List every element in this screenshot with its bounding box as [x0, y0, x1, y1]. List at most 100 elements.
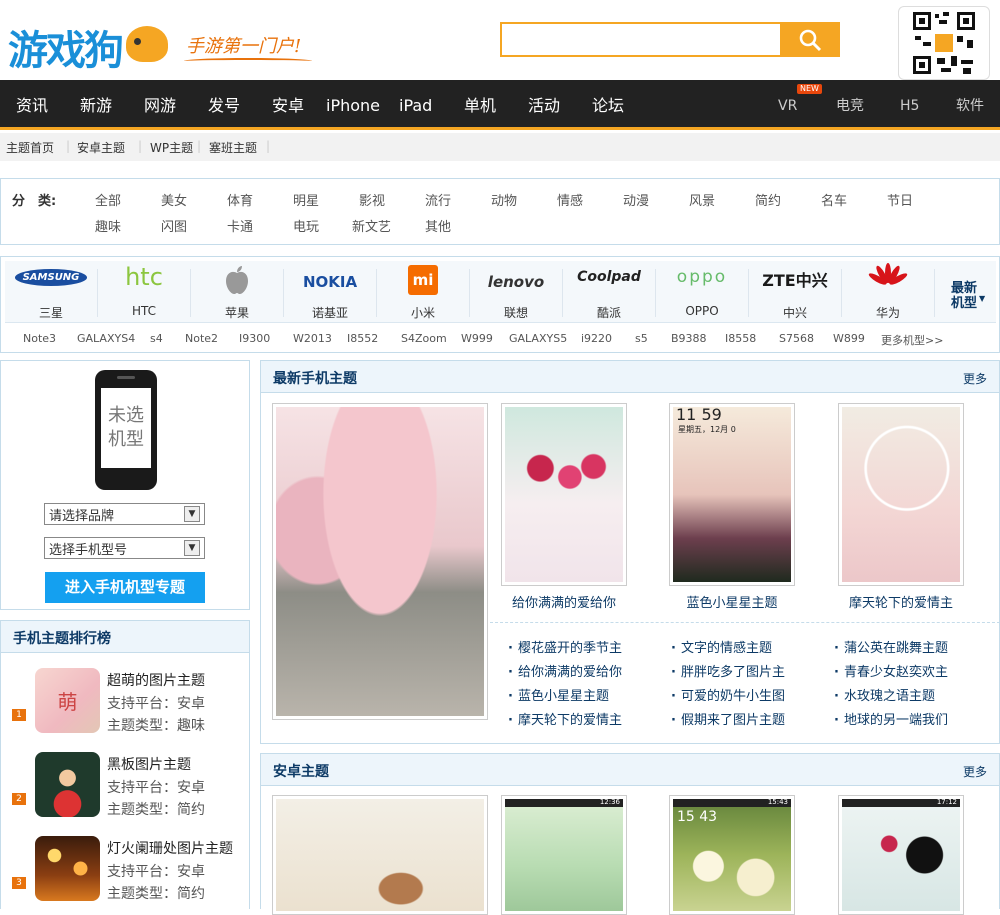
ranking-item[interactable]: 1 萌 超萌的图片主题 支持平台：安卓 主题类型：趣味: [1, 668, 251, 738]
search-input[interactable]: [500, 22, 780, 57]
model-link[interactable]: Note2: [185, 332, 218, 345]
category-item[interactable]: 情感: [557, 190, 583, 209]
nav-item-online-games[interactable]: 网游: [144, 80, 176, 127]
theme-caption[interactable]: 给你满满的爱给你: [501, 592, 627, 611]
brand-samsung[interactable]: SAMSUNG 三星: [5, 261, 97, 323]
featured-theme-thumbnail[interactable]: [272, 403, 488, 720]
enter-model-button[interactable]: 进入手机机型专题: [45, 572, 205, 603]
brand-lenovo[interactable]: lenovo 联想: [470, 261, 562, 323]
more-models-link[interactable]: 更多机型>>: [881, 332, 943, 348]
model-link[interactable]: Note3: [23, 332, 56, 345]
theme-thumbnail[interactable]: [838, 403, 964, 586]
theme-thumbnail[interactable]: 11 59 星期五，12月 0: [669, 403, 795, 586]
crumb-theme-home[interactable]: 主题首页: [6, 139, 54, 156]
nav-item-events[interactable]: 活动: [528, 80, 560, 127]
theme-link[interactable]: 胖胖吃多了图片主: [671, 661, 785, 680]
model-link[interactable]: s4: [150, 332, 163, 345]
brand-oppo[interactable]: oppo OPPO: [656, 261, 748, 323]
model-link[interactable]: GALAXYS4: [77, 332, 135, 345]
ranking-item[interactable]: 2 黑板图片主题 支持平台：安卓 主题类型：简约: [1, 752, 251, 822]
nav-item-software[interactable]: 软件: [956, 80, 984, 127]
theme-link[interactable]: 青春少女赵奕欢主: [834, 661, 948, 680]
brand-huawei[interactable]: 华为: [842, 261, 934, 323]
model-link[interactable]: s5: [635, 332, 648, 345]
search-button[interactable]: [780, 22, 840, 57]
category-item[interactable]: 影视: [359, 190, 385, 209]
theme-caption[interactable]: 蓝色小星星主题: [669, 592, 795, 611]
category-item[interactable]: 动物: [491, 190, 517, 209]
theme-thumbnail[interactable]: [35, 836, 100, 901]
theme-link[interactable]: 水玫瑰之语主题: [834, 685, 935, 704]
category-item[interactable]: 简约: [755, 190, 781, 209]
theme-link[interactable]: 蓝色小星星主题: [508, 685, 609, 704]
category-item[interactable]: 卡通: [227, 216, 253, 235]
nav-item-news[interactable]: 资讯: [16, 80, 48, 127]
nav-item-forum[interactable]: 论坛: [592, 80, 624, 127]
model-link[interactable]: I8552: [347, 332, 378, 345]
theme-link[interactable]: 蒲公英在跳舞主题: [834, 637, 948, 656]
nav-item-vr[interactable]: VR: [778, 80, 797, 127]
theme-link[interactable]: 摩天轮下的爱情主: [508, 709, 622, 728]
brand-coolpad[interactable]: Coolpad 酷派: [563, 261, 655, 323]
theme-link[interactable]: 地球的另一端我们: [834, 709, 948, 728]
crumb-symbian-theme[interactable]: 塞班主题: [209, 139, 257, 156]
category-item[interactable]: 新文艺: [352, 216, 391, 235]
category-item[interactable]: 节日: [887, 190, 913, 209]
theme-link[interactable]: 樱花盛开的季节主: [508, 637, 622, 656]
nav-item-ipad[interactable]: iPad: [399, 80, 432, 127]
nav-item-esports[interactable]: 电竞: [836, 80, 864, 127]
model-link[interactable]: S7568: [779, 332, 814, 345]
theme-thumbnail[interactable]: [35, 752, 100, 817]
theme-thumbnail[interactable]: [272, 795, 488, 915]
model-link[interactable]: i9220: [581, 332, 612, 345]
nav-item-h5[interactable]: H5: [900, 80, 919, 127]
category-item[interactable]: 其他: [425, 216, 451, 235]
ranking-item[interactable]: 3 灯火阑珊处图片主题 支持平台：安卓 主题类型：简约: [1, 836, 251, 906]
nav-item-iphone[interactable]: iPhone: [326, 80, 380, 127]
site-logo[interactable]: 游戏狗 手游第一门户!: [8, 12, 312, 74]
model-link[interactable]: W999: [461, 332, 493, 345]
theme-thumbnail[interactable]: 15:43 15 43: [669, 795, 795, 915]
theme-thumbnail[interactable]: [501, 403, 627, 586]
brand-nokia[interactable]: NOKIA 诺基亚: [284, 261, 376, 323]
category-item[interactable]: 闪图: [161, 216, 187, 235]
category-item[interactable]: 全部: [95, 190, 121, 209]
theme-thumbnail[interactable]: 萌: [35, 668, 100, 733]
category-item[interactable]: 明星: [293, 190, 319, 209]
ranking-item-name[interactable]: 灯火阑珊处图片主题: [107, 838, 233, 858]
category-item[interactable]: 名车: [821, 190, 847, 209]
model-link[interactable]: GALAXYS5: [509, 332, 567, 345]
brand-zte[interactable]: ZTE中兴 中兴: [749, 261, 841, 323]
android-more-link[interactable]: 更多: [963, 763, 987, 780]
model-link[interactable]: B9388: [671, 332, 707, 345]
nav-item-single[interactable]: 单机: [464, 80, 496, 127]
model-link[interactable]: S4Zoom: [401, 332, 447, 345]
nav-item-android[interactable]: 安卓: [272, 80, 304, 127]
brand-htc[interactable]: htc HTC: [98, 261, 190, 323]
model-link[interactable]: I8558: [725, 332, 756, 345]
theme-link[interactable]: 假期来了图片主题: [671, 709, 785, 728]
crumb-android-theme[interactable]: 安卓主题: [77, 139, 125, 156]
model-link[interactable]: I9300: [239, 332, 270, 345]
nav-item-codes[interactable]: 发号: [208, 80, 240, 127]
category-item[interactable]: 动漫: [623, 190, 649, 209]
model-link[interactable]: W2013: [293, 332, 332, 345]
theme-link[interactable]: 给你满满的爱给你: [508, 661, 622, 680]
category-item[interactable]: 美女: [161, 190, 187, 209]
brand-select[interactable]: 请选择品牌 ▼: [44, 503, 205, 525]
category-item[interactable]: 体育: [227, 190, 253, 209]
theme-link[interactable]: 文字的情感主题: [671, 637, 772, 656]
theme-thumbnail[interactable]: 12:36: [501, 795, 627, 915]
theme-caption[interactable]: 摩天轮下的爱情主: [838, 592, 964, 611]
theme-link[interactable]: 可爱的奶牛小生图: [671, 685, 785, 704]
latest-more-link[interactable]: 更多: [963, 370, 987, 387]
qr-code[interactable]: [898, 6, 990, 80]
latest-models-toggle[interactable]: 最新机型 ▼: [943, 261, 993, 323]
crumb-wp-theme[interactable]: WP主题: [150, 139, 193, 156]
model-select[interactable]: 选择手机型号 ▼: [44, 537, 205, 559]
ranking-item-name[interactable]: 黑板图片主题: [107, 754, 191, 774]
category-item[interactable]: 趣味: [95, 216, 121, 235]
category-item[interactable]: 流行: [425, 190, 451, 209]
theme-thumbnail[interactable]: 17:12: [838, 795, 964, 915]
category-item[interactable]: 风景: [689, 190, 715, 209]
